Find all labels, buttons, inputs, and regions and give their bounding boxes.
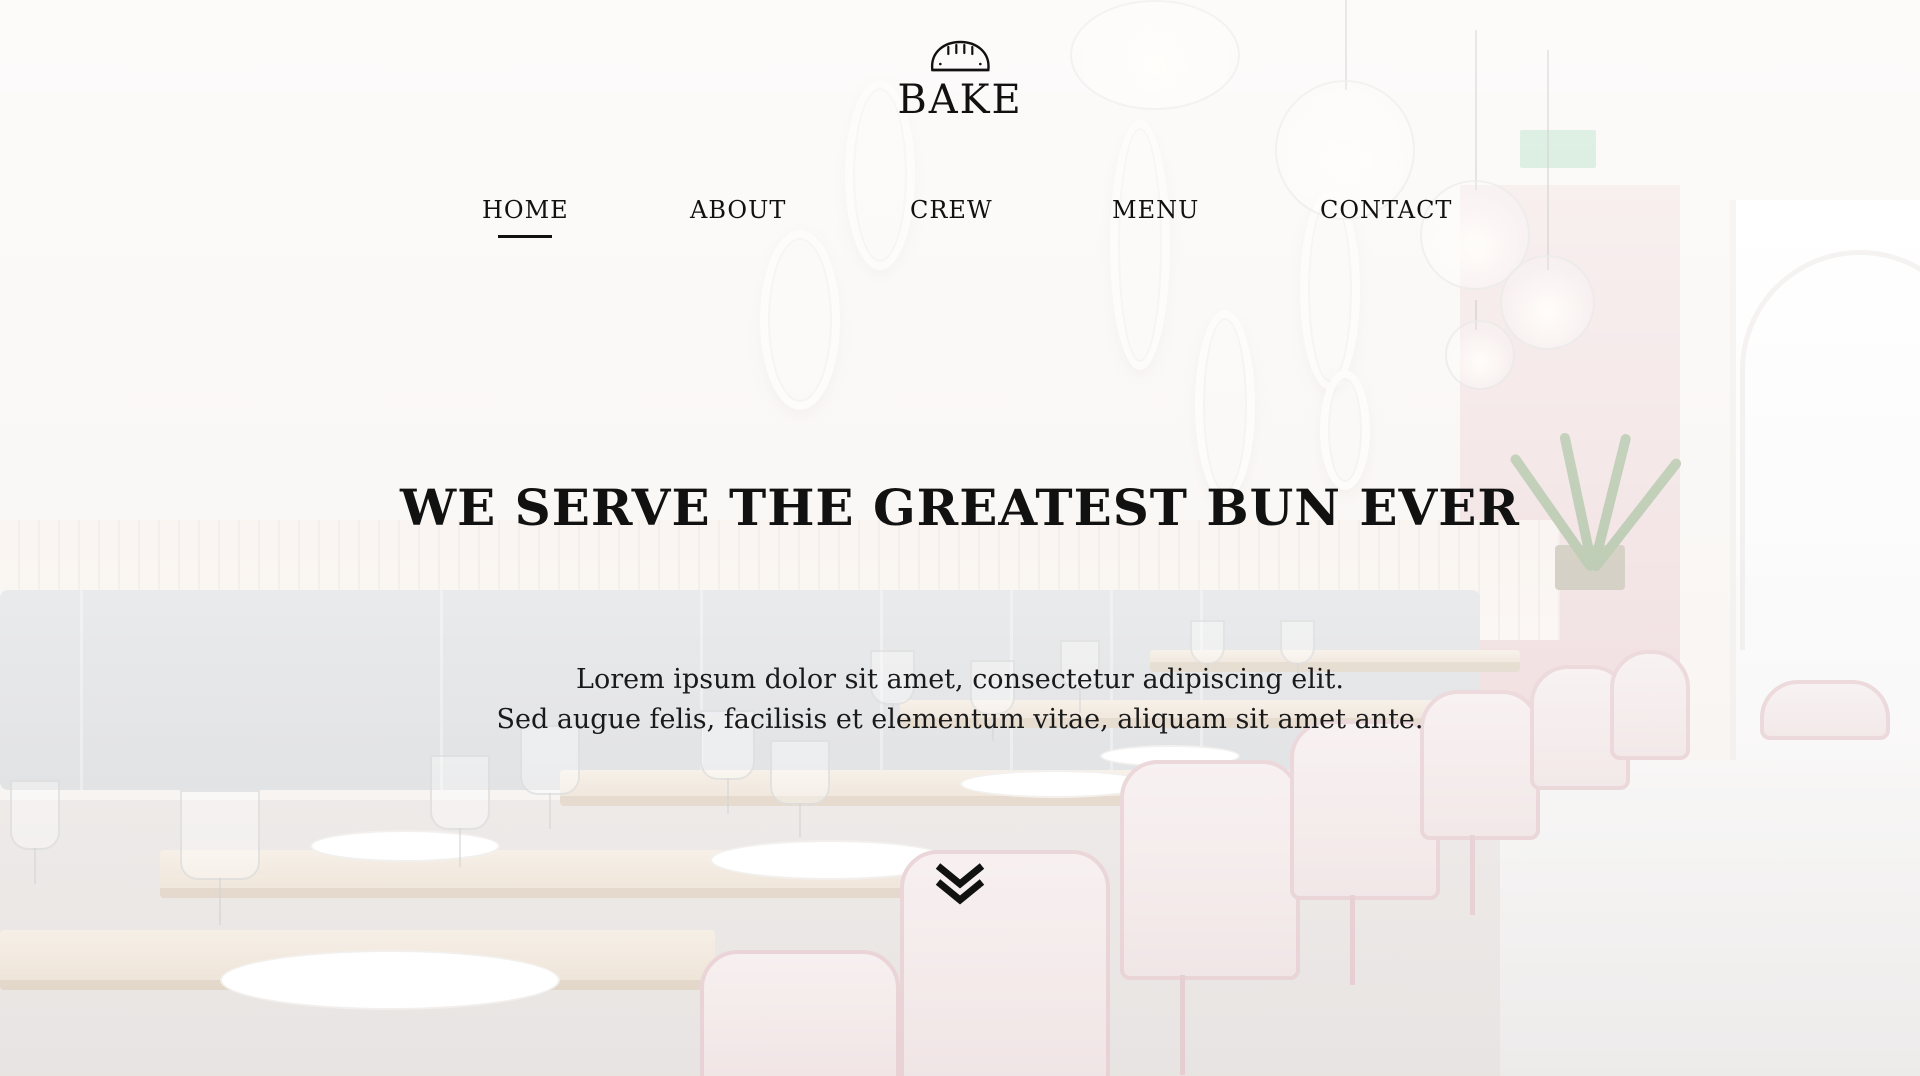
hero-headline: WE SERVE THE GREATEST BUN EVER [400, 478, 1520, 537]
hero-description: Lorem ipsum dolor sit amet, consectetur … [0, 660, 1920, 740]
hero-description-line: Sed augue felis, facilisis et elementum … [496, 704, 1424, 735]
brand-name: BAKE [897, 77, 1023, 123]
bread-loaf-icon [930, 40, 990, 72]
hero-background-image [0, 0, 1920, 1076]
nav-item-home[interactable]: HOME [482, 196, 569, 224]
background-white-overlay [0, 0, 1920, 1076]
double-chevron-down-icon[interactable] [932, 862, 988, 906]
nav-item-about[interactable]: ABOUT [690, 196, 786, 224]
main-nav: HOME ABOUT CREW MENU CONTACT [0, 196, 1920, 236]
nav-item-crew[interactable]: CREW [910, 196, 993, 224]
hero-description-line: Lorem ipsum dolor sit amet, consectetur … [576, 664, 1344, 695]
brand-logo[interactable]: BAKE [897, 38, 1022, 122]
nav-item-menu[interactable]: MENU [1112, 196, 1199, 224]
nav-item-contact[interactable]: CONTACT [1320, 196, 1452, 224]
